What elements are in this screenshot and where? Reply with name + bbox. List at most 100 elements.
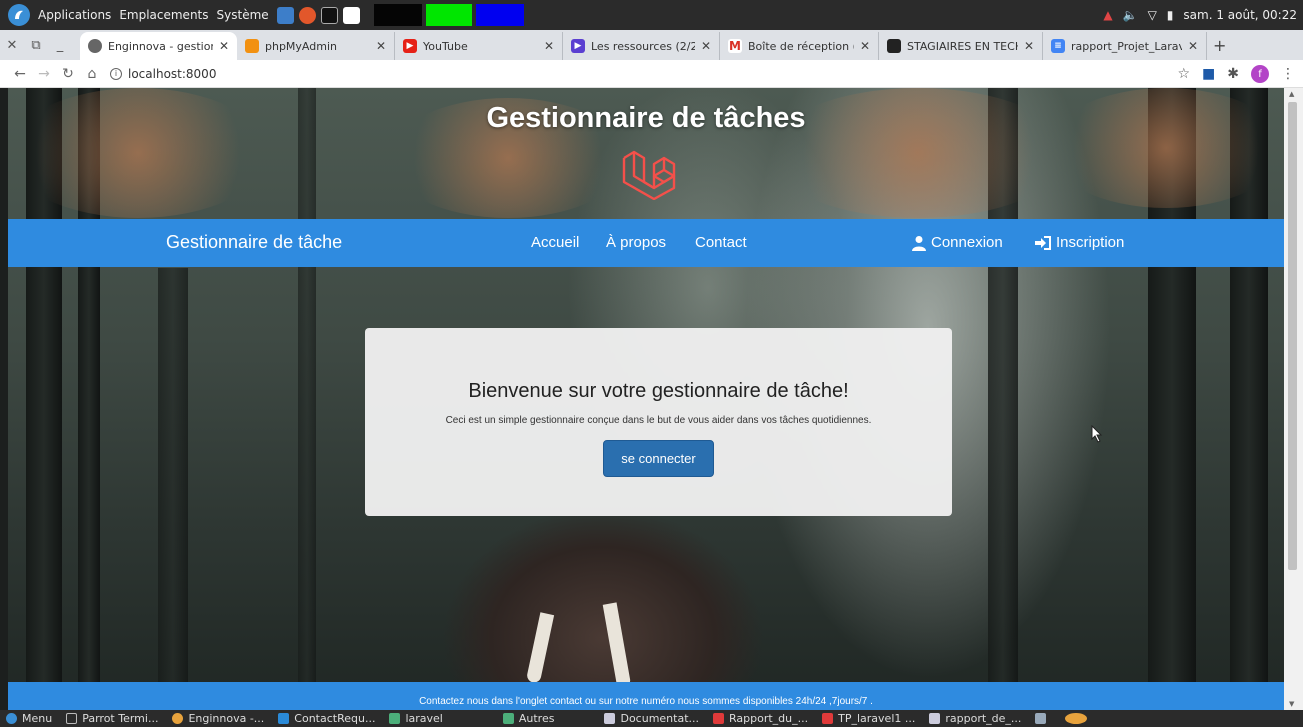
- memory-monitor-graph: [425, 4, 472, 26]
- nav-login-link[interactable]: Connexion: [911, 234, 1003, 251]
- scroll-down-icon[interactable]: ▼: [1289, 700, 1294, 708]
- screenshot-icon: [1035, 713, 1047, 724]
- chrome-icon: [1065, 713, 1088, 724]
- tab-gmail[interactable]: M Boîte de réception (9 ✕: [720, 32, 879, 60]
- new-tab-icon[interactable]: +: [1213, 36, 1226, 55]
- elephant-tusk: [525, 612, 555, 684]
- connect-button[interactable]: se connecter: [603, 440, 714, 477]
- url-text: localhost:8000: [128, 66, 217, 81]
- reload-icon[interactable]: ↻: [56, 66, 80, 82]
- close-tab-icon[interactable]: ✕: [219, 39, 229, 53]
- taskbar-item-documentation[interactable]: Documentat...: [604, 712, 699, 725]
- taskbar-menu-button[interactable]: Menu: [6, 712, 52, 725]
- globe-icon: [88, 39, 102, 53]
- close-tab-icon[interactable]: ✕: [1188, 39, 1198, 53]
- upload-status-icon[interactable]: ▲: [1103, 8, 1112, 22]
- stagiaires-icon: [887, 39, 901, 53]
- tab-enginnova[interactable]: Enginnova - gestion ✕: [80, 32, 237, 60]
- nav-register-link[interactable]: Inscription: [1034, 234, 1124, 251]
- taskbar-item-screenshot[interactable]: [1035, 713, 1051, 724]
- taskbar-item-vscode[interactable]: ContactRequ...: [278, 712, 375, 725]
- menu-applications[interactable]: Applications: [38, 8, 111, 22]
- folder-icon: [389, 713, 401, 724]
- taskbar-item-autres[interactable]: Autres: [502, 712, 554, 725]
- forward-icon[interactable]: →: [32, 66, 56, 82]
- tab-youtube[interactable]: ▶ YouTube ✕: [395, 32, 563, 60]
- restore-window-icon[interactable]: ⧉: [24, 38, 48, 53]
- taskbar-item-rapport-pdf[interactable]: Rapport_du_...: [713, 712, 808, 725]
- home-icon[interactable]: ⌂: [80, 66, 104, 82]
- nav-link-a-propos[interactable]: À propos: [606, 234, 666, 251]
- nav-login-label: Connexion: [931, 234, 1003, 251]
- hero-title: Gestionnaire de tâches: [486, 102, 806, 134]
- phpmyadmin-icon: [245, 39, 259, 53]
- browser-toolbar: ← → ↻ ⌂ i localhost:8000 ☆ ■ ✱ f ⋮: [0, 60, 1303, 88]
- close-window-icon[interactable]: ✕: [0, 38, 24, 53]
- extensions-puzzle-icon[interactable]: ✱: [1227, 66, 1239, 82]
- battery-icon[interactable]: ▮: [1167, 8, 1174, 22]
- chrome-icon: [172, 713, 184, 724]
- terminal-icon: [66, 713, 78, 724]
- navbar-brand[interactable]: Gestionnaire de tâche: [166, 232, 342, 253]
- welcome-description: Ceci est un simple gestionnaire conçue d…: [445, 415, 872, 426]
- site-info-icon[interactable]: i: [110, 67, 122, 80]
- scroll-up-icon[interactable]: ▲: [1289, 90, 1294, 98]
- parrot-menu-icon: [6, 713, 17, 724]
- document-icon: [604, 713, 616, 724]
- nav-register-label: Inscription: [1056, 234, 1125, 251]
- downloader-icon[interactable]: [276, 6, 294, 24]
- cpu-monitor-graph: [373, 4, 422, 26]
- page-footer: Contactez nous dans l'onglet contact ou …: [8, 682, 1284, 710]
- browser-menu-icon[interactable]: ⋮: [1281, 66, 1295, 82]
- taskbar-item-terminal[interactable]: Parrot Termi...: [66, 712, 158, 725]
- welcome-card: Bienvenue sur votre gestionnaire de tâch…: [365, 328, 952, 516]
- terminal-icon[interactable]: [320, 6, 338, 24]
- bookmark-star-icon[interactable]: ☆: [1177, 66, 1190, 82]
- firefox-icon[interactable]: [298, 6, 316, 24]
- nav-link-accueil[interactable]: Accueil: [531, 234, 579, 251]
- minimize-window-icon[interactable]: _: [48, 38, 72, 53]
- ressources-icon: ▶: [571, 39, 585, 53]
- close-tab-icon[interactable]: ✕: [376, 39, 386, 53]
- system-top-panel: Applications Emplacements Système ▲ 🔈 ▽ …: [0, 0, 1303, 30]
- pdf-icon: [822, 713, 834, 724]
- tab-rapport[interactable]: ≡ rapport_Projet_Larav ✕: [1043, 32, 1207, 60]
- taskbar-item-chrome-2[interactable]: [1065, 713, 1092, 724]
- laravel-logo-icon: [622, 150, 676, 200]
- taskbar-item-rapport-doc[interactable]: rapport_de_...: [929, 712, 1021, 725]
- tab-ressources[interactable]: ▶ Les ressources (2/2) ✕: [563, 32, 720, 60]
- nav-link-contact[interactable]: Contact: [695, 234, 747, 251]
- youtube-icon: ▶: [403, 39, 417, 53]
- close-tab-icon[interactable]: ✕: [544, 39, 554, 53]
- document-icon: [929, 713, 941, 724]
- welcome-title: Bienvenue sur votre gestionnaire de tâch…: [468, 380, 849, 402]
- google-docs-icon: ≡: [1051, 39, 1065, 53]
- tab-stagiaires[interactable]: STAGIAIRES EN TECH ✕: [879, 32, 1043, 60]
- footer-text: Contactez nous dans l'onglet contact ou …: [419, 696, 873, 707]
- clock[interactable]: sam. 1 août, 00:22: [1183, 8, 1297, 22]
- close-tab-icon[interactable]: ✕: [701, 39, 711, 53]
- profile-avatar[interactable]: f: [1251, 65, 1269, 83]
- wifi-icon[interactable]: ▽: [1148, 8, 1157, 22]
- back-icon[interactable]: ←: [8, 66, 32, 82]
- user-icon: [912, 235, 926, 251]
- taskbar-item-laravel[interactable]: laravel: [389, 712, 443, 725]
- close-tab-icon[interactable]: ✕: [1024, 39, 1034, 53]
- menu-emplacements[interactable]: Emplacements: [119, 8, 208, 22]
- text-editor-icon[interactable]: [342, 6, 360, 24]
- scroll-thumb[interactable]: [1288, 102, 1297, 570]
- address-bar[interactable]: i localhost:8000: [110, 67, 216, 81]
- volume-icon[interactable]: 🔈: [1123, 8, 1138, 22]
- tab-phpmyadmin[interactable]: phpMyAdmin ✕: [237, 32, 395, 60]
- vscode-icon: [278, 713, 290, 724]
- taskbar-item-tp-laravel[interactable]: TP_laravel1 ...: [822, 712, 915, 725]
- gmail-icon: M: [728, 39, 742, 53]
- pdf-icon: [713, 713, 724, 724]
- parrot-os-logo-icon[interactable]: [8, 4, 30, 26]
- page-scrollbar[interactable]: ▲ ▼: [1284, 88, 1303, 710]
- taskbar-item-chrome[interactable]: Enginnova -...: [172, 712, 264, 725]
- close-tab-icon[interactable]: ✕: [860, 39, 870, 53]
- menu-systeme[interactable]: Système: [217, 8, 269, 22]
- tree-trunk: [158, 268, 188, 710]
- extension-icon[interactable]: ■: [1202, 66, 1215, 82]
